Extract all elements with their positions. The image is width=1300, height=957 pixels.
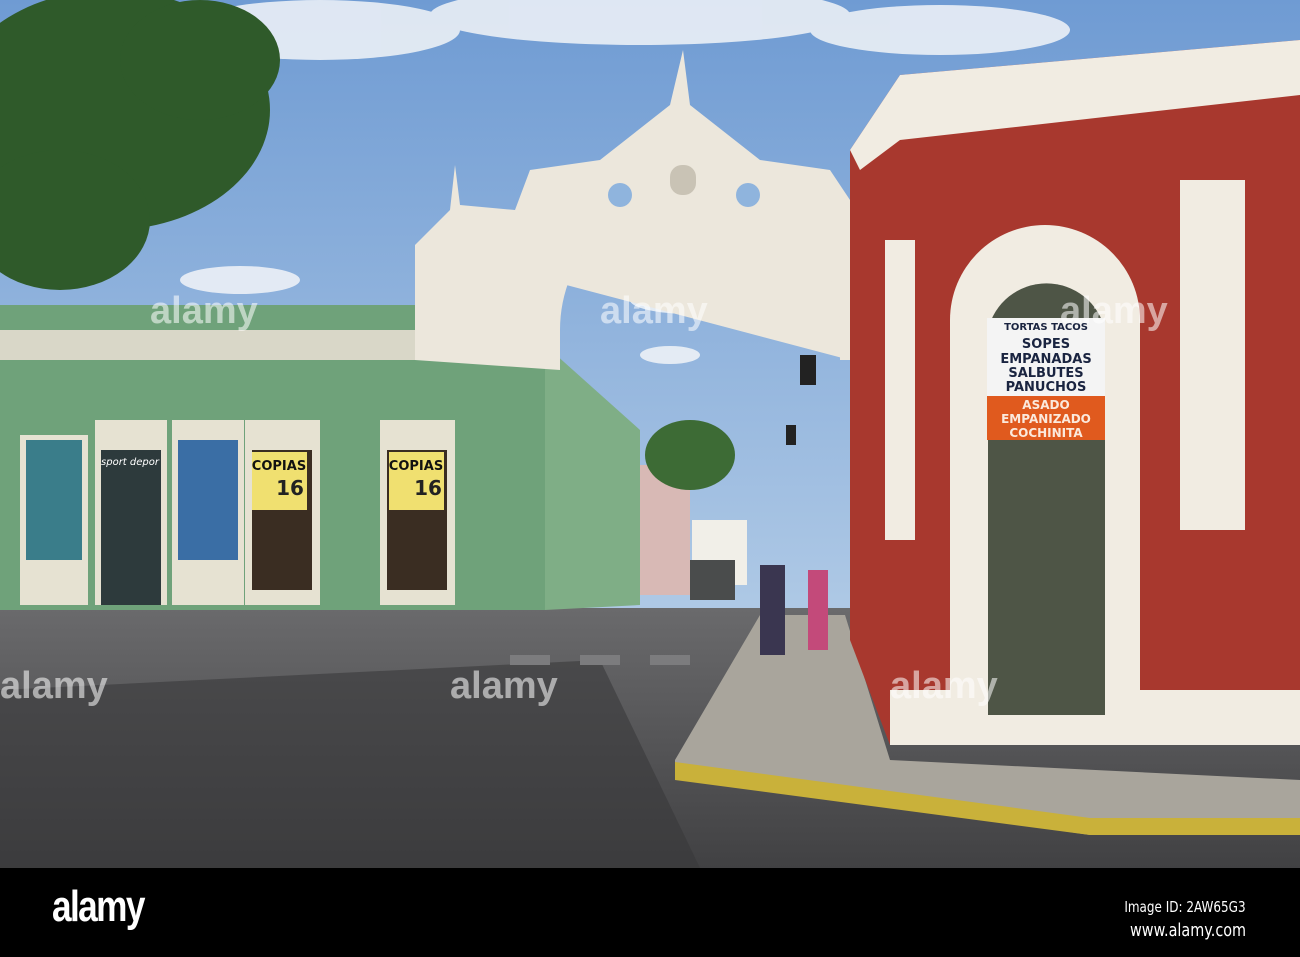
svg-text:TORTAS TACOS: TORTAS TACOS xyxy=(1004,322,1088,333)
svg-text:16: 16 xyxy=(414,476,442,500)
stock-photo: COPIAS 16 COPIAS 16 sport depor TORTAS T… xyxy=(0,0,1300,957)
svg-text:PANUCHOS: PANUCHOS xyxy=(1006,380,1087,395)
svg-text:16: 16 xyxy=(276,476,304,500)
distant-tree xyxy=(645,420,735,490)
svg-text:COPIAS: COPIAS xyxy=(252,459,306,474)
svg-text:SALBUTES: SALBUTES xyxy=(1008,366,1083,381)
car xyxy=(690,560,735,600)
sport-sign: sport depor xyxy=(101,457,160,468)
pilaster-left xyxy=(885,240,915,540)
svg-text:EMPANIZADO: EMPANIZADO xyxy=(1001,412,1091,426)
svg-text:EMPANADAS: EMPANADAS xyxy=(1000,352,1091,367)
pilaster xyxy=(1180,180,1245,530)
crosswalk xyxy=(510,655,690,665)
svg-text:COCHINITA: COCHINITA xyxy=(1009,426,1083,440)
green-building-windows xyxy=(20,420,455,605)
pedestrian-man xyxy=(760,565,785,655)
footer-strip: alamy Image ID: 2AW65G3 www.alamy.com xyxy=(0,868,1300,957)
copias-sign-right: COPIAS 16 xyxy=(389,452,444,510)
alamy-logo: alamy xyxy=(52,882,145,931)
copias-sign-left: COPIAS 16 xyxy=(252,452,307,510)
shadow xyxy=(0,660,700,868)
food-sign: TORTAS TACOS SOPES EMPANADAS SALBUTES PA… xyxy=(987,318,1105,440)
svg-text:SOPES: SOPES xyxy=(1022,337,1070,352)
image-id: Image ID: 2AW65G3 xyxy=(1124,898,1246,916)
pedestrian-woman xyxy=(808,570,828,650)
website-link[interactable]: www.alamy.com xyxy=(1130,920,1246,941)
svg-text:COPIAS: COPIAS xyxy=(389,459,443,474)
street-scene-photo: COPIAS 16 COPIAS 16 sport depor TORTAS T… xyxy=(0,0,1300,868)
svg-text:ASADO: ASADO xyxy=(1022,398,1069,412)
